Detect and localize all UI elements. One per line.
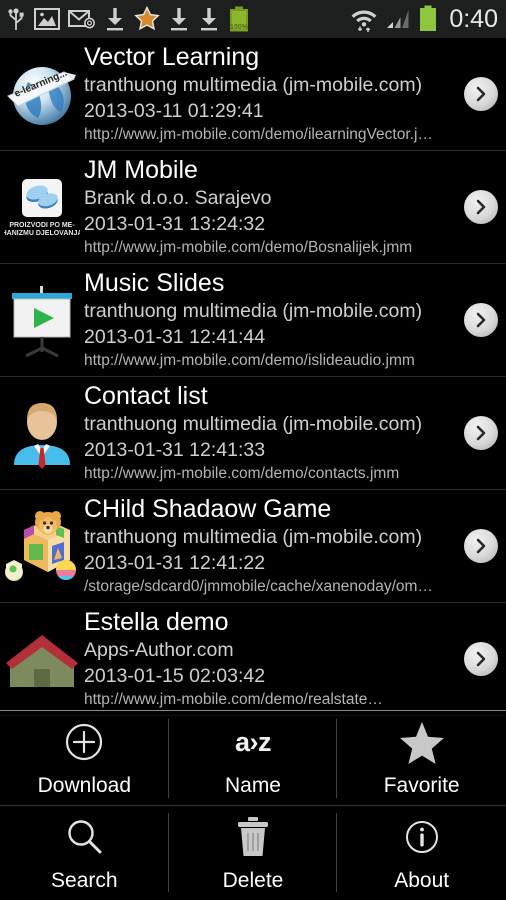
- list-item-text: Music Slides tranthuong multimedia (jm-m…: [84, 268, 460, 372]
- menu-item-favorite[interactable]: Favorite: [337, 711, 506, 806]
- list-item-title: Estella demo: [84, 608, 229, 636]
- toy-blocks-bear-icon: [0, 504, 84, 588]
- list-item-url: http://www.jm-mobile.com/demo/contacts.j…: [84, 465, 400, 482]
- list-item-title: Music Slides: [84, 269, 225, 297]
- presentation-play-icon: [0, 278, 84, 362]
- chevron-right-icon[interactable]: [464, 303, 498, 337]
- list-item[interactable]: e-learning... Vector Learning tranthuong…: [0, 38, 506, 151]
- menu-item-search[interactable]: Search: [0, 805, 169, 900]
- list-item-url: http://www.jm-mobile.com/demo/ilearningV…: [84, 126, 433, 143]
- sort-az-glyph: a›z: [234, 726, 272, 757]
- image-icon: [34, 8, 60, 30]
- info-circle-icon: [401, 814, 443, 860]
- menu-item-delete[interactable]: Delete: [168, 805, 338, 900]
- list-item-title: JM Mobile: [84, 156, 198, 184]
- chevron-right-icon[interactable]: [464, 416, 498, 450]
- person-avatar-icon: [0, 391, 84, 475]
- list-item-author: tranthuong multimedia (jm-mobile.com): [84, 526, 423, 548]
- list-item[interactable]: CHild Shadaow Game tranthuong multimedia…: [0, 490, 506, 603]
- battery-charging-icon: 100%: [228, 6, 250, 32]
- list-item-date: 2013-01-31 12:41:44: [84, 326, 266, 348]
- list-item-author: tranthuong multimedia (jm-mobile.com): [84, 413, 423, 435]
- list-item-date: 2013-01-31 13:24:32: [84, 213, 266, 235]
- svg-text:HANIZMU DJELOVANJA: HANIZMU DJELOVANJA: [4, 230, 80, 237]
- chevron-right-icon[interactable]: [464, 77, 498, 111]
- sort-az-icon: a›z: [234, 719, 272, 765]
- list-item-author: tranthuong multimedia (jm-mobile.com): [84, 300, 423, 322]
- list-item-url: http://www.jm-mobile.com/demo/realstate…: [84, 691, 383, 708]
- menu-item-label: Download: [37, 774, 132, 798]
- battery-icon: [420, 5, 437, 31]
- wifi-icon: [351, 10, 377, 32]
- app-root: 100% 0:40 e-learning... Vector Learning …: [0, 0, 506, 900]
- menu-item-label: About: [394, 868, 450, 892]
- menu-item-name[interactable]: a›z Name: [168, 711, 338, 806]
- svg-text:PROIZVODI PO ME-: PROIZVODI PO ME-: [9, 222, 75, 229]
- list-item-text: Estella demo Apps-Author.com 2013-01-15 …: [84, 607, 460, 711]
- status-bar-clock: 0:40: [449, 4, 498, 33]
- menu-item-label: Delete: [222, 868, 284, 892]
- list-item-author: tranthuong multimedia (jm-mobile.com): [84, 74, 423, 96]
- menu-item-label: Search: [51, 868, 118, 892]
- menu-item-about[interactable]: About: [337, 805, 506, 900]
- cellular-signal-icon: [387, 10, 409, 28]
- house-icon: [0, 617, 84, 701]
- list-item-url: http://www.jm-mobile.com/demo/islideaudi…: [84, 352, 415, 369]
- list-item-author: Brank d.o.o. Sarajevo: [84, 187, 272, 209]
- list-item[interactable]: Contact list tranthuong multimedia (jm-m…: [0, 377, 506, 490]
- list-item-text: JM Mobile Brank d.o.o. Sarajevo 2013-01-…: [84, 155, 460, 259]
- email-icon: [68, 10, 95, 29]
- status-bar-system: 0:40: [350, 5, 498, 33]
- list-item[interactable]: Estella demo Apps-Author.com 2013-01-15 …: [0, 603, 506, 716]
- menu-item-download[interactable]: Download: [0, 711, 169, 806]
- download-icon: [171, 8, 187, 31]
- list-item-text: Contact list tranthuong multimedia (jm-m…: [84, 381, 460, 485]
- chevron-right-icon[interactable]: [464, 529, 498, 563]
- trash-icon: [234, 814, 272, 860]
- star-icon: [399, 719, 445, 765]
- elearning-globe-icon: e-learning...: [0, 52, 84, 136]
- list-item-author: Apps-Author.com: [84, 639, 234, 661]
- list-item-date: 2013-01-15 02:03:42: [84, 665, 266, 687]
- download-icon: [201, 8, 217, 31]
- pills-icon: PROIZVODI PO ME- HANIZMU DJELOVANJA: [0, 165, 84, 249]
- battery-percent-label: 100%: [230, 24, 248, 31]
- list-item-text: Vector Learning tranthuong multimedia (j…: [84, 42, 460, 146]
- plus-circle-icon: [63, 719, 105, 765]
- download-icon: [107, 8, 123, 31]
- status-bar-notifications: 100%: [6, 6, 350, 32]
- chevron-right-icon[interactable]: [464, 642, 498, 676]
- list-item-url: /storage/sdcard0/jmmobile/cache/xanenoda…: [84, 578, 433, 595]
- usb-icon: [8, 8, 24, 30]
- list-item[interactable]: Music Slides tranthuong multimedia (jm-m…: [0, 264, 506, 377]
- list-item-title: Contact list: [84, 382, 208, 410]
- list-item-date: 2013-03-11 01:29:41: [84, 100, 264, 122]
- menu-item-label: Favorite: [383, 774, 460, 798]
- search-icon: [63, 814, 105, 860]
- menu-item-label: Name: [224, 774, 281, 798]
- list-item-date: 2013-01-31 12:41:22: [84, 552, 266, 574]
- list-item-text: CHild Shadaow Game tranthuong multimedia…: [84, 494, 460, 598]
- list-item-url: http://www.jm-mobile.com/demo/Bosnalijek…: [84, 239, 413, 256]
- list-item[interactable]: PROIZVODI PO ME- HANIZMU DJELOVANJA JM M…: [0, 151, 506, 264]
- options-menu[interactable]: Download a›z Name Favorite Search Delete…: [0, 710, 506, 900]
- star-icon: [134, 6, 160, 31]
- list-item-title: Vector Learning: [84, 43, 260, 71]
- list-item-date: 2013-01-31 12:41:33: [84, 439, 266, 461]
- status-bar: 100% 0:40: [0, 0, 506, 38]
- chevron-right-icon[interactable]: [464, 190, 498, 224]
- list-item-title: CHild Shadaow Game: [84, 495, 332, 523]
